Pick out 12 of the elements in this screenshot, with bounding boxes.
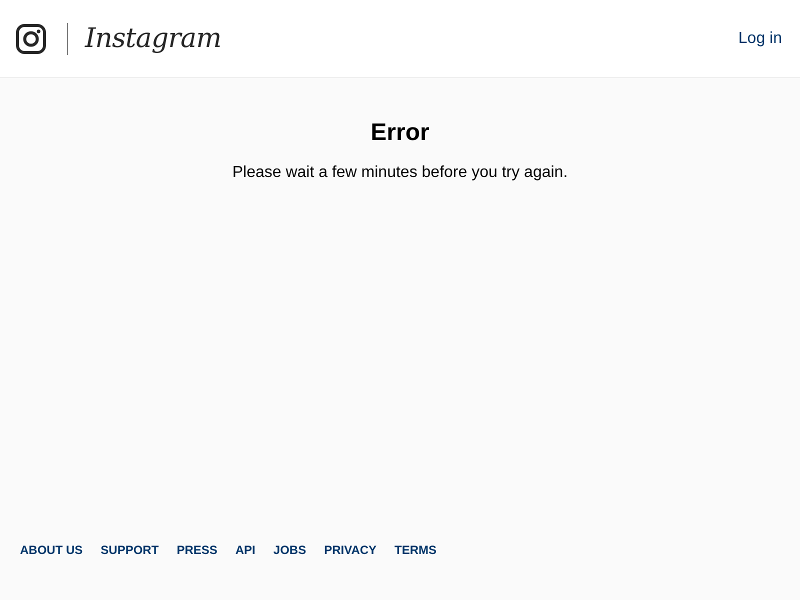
footer-link[interactable]: API [235,543,256,557]
error-title: Error [370,119,430,147]
footer-link[interactable]: JOBS [273,543,306,557]
footer-link[interactable]: ABOUT US [20,543,83,557]
footer-link[interactable]: TERMS [394,543,437,557]
camera-icon[interactable] [16,24,46,54]
footer-link[interactable]: PRIVACY [324,543,377,557]
error-message: Please wait a few minutes before you try again. [232,164,568,182]
footer-link[interactable]: PRESS [176,543,218,557]
login-link[interactable]: Log in [738,30,782,48]
logo-wordmark[interactable]: Instagram [85,23,222,54]
footer-link[interactable]: SUPPORT [100,543,159,557]
